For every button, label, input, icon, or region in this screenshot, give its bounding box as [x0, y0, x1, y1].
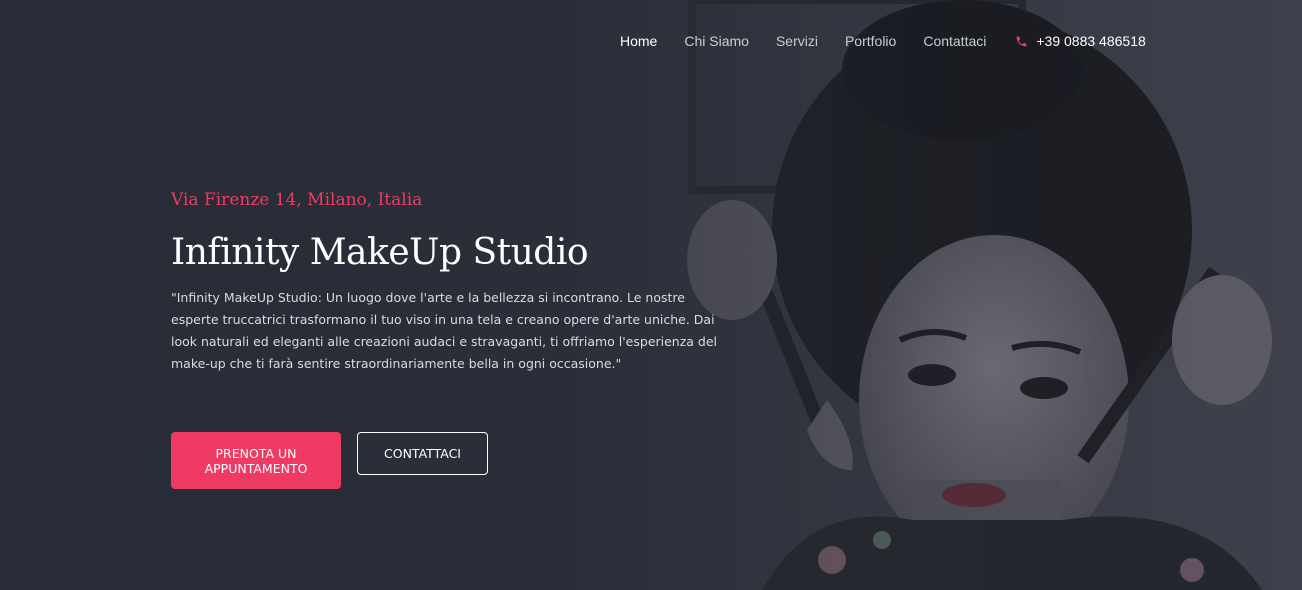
hero-description: "Infinity MakeUp Studio: Un luogo dove l… — [171, 290, 718, 371]
nav-phone-link[interactable]: +39 0883 486518 — [1015, 33, 1146, 49]
nav-item-home[interactable]: Home — [620, 31, 657, 51]
contact-button[interactable]: CONTATTACI — [357, 432, 488, 475]
nav-item-servizi[interactable]: Servizi — [776, 31, 818, 51]
nav-item-contattaci[interactable]: Contattaci — [923, 31, 986, 51]
nav-item-portfolio[interactable]: Portfolio — [845, 31, 896, 51]
main-nav: Home Chi Siamo Servizi Portfolio Contatt… — [620, 31, 1146, 51]
hero-address: Via Firenze 14, Milano, Italia — [171, 190, 423, 210]
book-appointment-button[interactable]: PRENOTA UN APPUNTAMENTO — [171, 432, 341, 489]
hero-content: Via Firenze 14, Milano, Italia Infinity … — [171, 190, 731, 375]
phone-icon — [1017, 36, 1027, 46]
hero-buttons: PRENOTA UN APPUNTAMENTO CONTATTACI — [171, 432, 488, 489]
phone-number: +39 0883 486518 — [1036, 33, 1146, 49]
nav-item-chi-siamo[interactable]: Chi Siamo — [684, 31, 749, 51]
hero-section: Home Chi Siamo Servizi Portfolio Contatt… — [0, 0, 1302, 590]
hero-title: Infinity MakeUp Studio — [171, 232, 589, 273]
